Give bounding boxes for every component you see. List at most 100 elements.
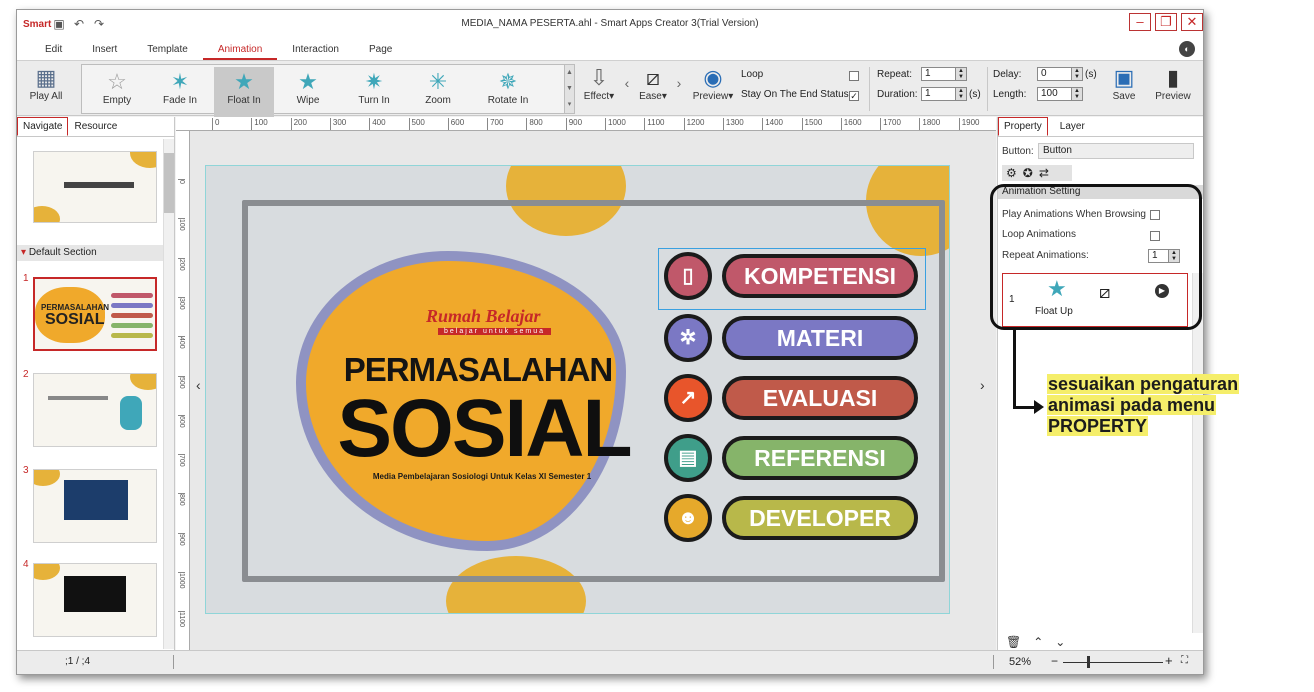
repeat-spinner[interactable]: 1 ▲ ▼	[921, 67, 967, 81]
thumb-pill	[111, 333, 153, 338]
annotation-line-2: animasi pada menu	[1047, 395, 1217, 415]
effect-dropdown[interactable]: ⇩ Effect▾	[581, 63, 617, 113]
star-outline-icon: ☆	[107, 69, 127, 94]
chart-icon: ↗	[664, 374, 712, 422]
preview-dropdown[interactable]: ◉ Preview▾	[691, 63, 735, 113]
close-button[interactable]: ✕	[1181, 13, 1203, 31]
effect-rotate-in[interactable]: ✵ Rotate In	[476, 67, 540, 117]
save-button[interactable]: ▣ Save	[1107, 63, 1141, 113]
slide-thumbnail-3[interactable]	[33, 469, 157, 543]
effect-wipe[interactable]: ★ Wipe	[280, 67, 336, 117]
move-up-icon[interactable]: ⌃	[1033, 635, 1055, 649]
arrow-down-icon: ⇩	[589, 65, 609, 90]
ease-dropdown[interactable]: ⧄ Ease▾	[635, 63, 671, 113]
star-wipe-icon: ★	[298, 69, 318, 94]
dropdown-caret-icon: ▾	[609, 91, 615, 102]
gallery-scroll[interactable]: ▲ ▼ ▾	[564, 65, 574, 113]
developer-button[interactable]: ☻ DEVELOPER	[664, 494, 924, 542]
divider	[173, 655, 174, 669]
menu-template[interactable]: Template	[132, 38, 203, 60]
effect-turn-in[interactable]: ✷ Turn In	[346, 67, 402, 117]
button-name-field[interactable]: Button	[1038, 143, 1194, 159]
slide-number: 1	[23, 273, 29, 284]
play-all-button[interactable]: ▦ Play All	[21, 63, 71, 113]
slide-thumbnail-2[interactable]	[33, 373, 157, 447]
spinner-arrows-icon: ▲ ▼	[1071, 68, 1082, 80]
materi-button[interactable]: ✲ MATERI	[664, 314, 924, 362]
zoom-out-icon[interactable]: −	[1051, 654, 1058, 668]
evaluasi-button[interactable]: ↗ EVALUASI	[664, 374, 924, 422]
thumb-text-bar	[64, 182, 134, 188]
preview-label: Preview	[1155, 91, 1191, 102]
ruler-tick: 600	[178, 414, 185, 428]
button-label: Button:	[1002, 146, 1034, 157]
ruler-tick: 1300	[722, 118, 744, 130]
effect-fade-in[interactable]: ✶ Fade In	[152, 67, 208, 117]
fit-screen-icon[interactable]: ⛶	[1181, 655, 1188, 666]
zoom-in-icon[interactable]: +	[1165, 653, 1173, 668]
ruler-tick: 1700	[880, 118, 901, 130]
stay-end-checkbox[interactable]: ✓	[849, 91, 859, 101]
animation-icon[interactable]: ✪	[1023, 166, 1039, 180]
slide-thumbnail-1[interactable]: PERMASALAHAN SOSIAL	[33, 277, 157, 351]
right-tabs: Property Layer	[998, 117, 1203, 137]
default-section[interactable]: ▾ Default Section	[17, 245, 174, 261]
gear-icon[interactable]: ⚙	[1006, 166, 1023, 180]
delay-value: 0	[1041, 68, 1047, 79]
prev-slide-arrow[interactable]: ‹	[196, 377, 201, 393]
cover-thumbnail[interactable]	[33, 151, 157, 223]
move-down-icon[interactable]: ⌄	[1055, 635, 1077, 649]
delay-spinner[interactable]: 0 ▲ ▼	[1037, 67, 1083, 81]
effect-zoom[interactable]: ✳ Zoom	[410, 67, 466, 117]
menu-insert[interactable]: Insert	[77, 38, 132, 60]
star-rotate-icon: ✵	[498, 69, 518, 94]
app-window: Smart ▣ ↶ ↷ MEDIA_NAMA PESERTA.ahl - Sma…	[16, 9, 1204, 675]
star-zoom-icon: ✳	[428, 69, 448, 94]
referensi-button[interactable]: ▤ REFERENSI	[664, 434, 924, 482]
slide-thumbnail-4[interactable]	[33, 563, 157, 637]
menu-animation[interactable]: Animation	[202, 38, 278, 60]
spinner-arrows-icon: ▲ ▼	[955, 68, 966, 80]
loop-label: Loop	[741, 69, 764, 80]
thumb-scrollbar[interactable]	[163, 139, 174, 649]
account-icon[interactable]: ◐	[1179, 41, 1195, 57]
preview-button[interactable]: ▮ Preview	[1151, 63, 1195, 113]
delay-unit: (s)	[1085, 69, 1097, 80]
tab-resource[interactable]: Resource	[68, 117, 123, 136]
floppy-icon: ▣	[1113, 65, 1135, 90]
interaction-icon[interactable]: ⇄	[1039, 166, 1055, 180]
next-slide-arrow[interactable]: ›	[980, 377, 985, 393]
zoom-slider-thumb[interactable]	[1087, 656, 1090, 668]
evaluasi-label: EVALUASI	[722, 376, 918, 420]
effect-empty[interactable]: ☆ Empty	[92, 67, 142, 117]
dropdown-caret-icon: ▾	[728, 91, 734, 102]
maximize-button[interactable]: ❐	[1155, 13, 1177, 31]
tab-layer[interactable]: Layer	[1054, 117, 1091, 136]
tab-navigate[interactable]: Navigate	[17, 117, 69, 136]
length-label: Length:	[993, 89, 1027, 100]
minimize-button[interactable]: –	[1129, 13, 1151, 31]
menu-edit[interactable]: Edit	[17, 38, 77, 60]
scroll-thumb[interactable]	[164, 153, 174, 213]
effect-float-in[interactable]: ★ Float In	[214, 67, 274, 117]
ruler-tick: 600	[447, 118, 464, 130]
thumb-pill	[111, 303, 153, 308]
delay-label: Delay:	[993, 69, 1022, 80]
length-spinner[interactable]: 100 ▲ ▼	[1037, 87, 1083, 101]
spinner-arrows-icon: ▲ ▼	[1071, 88, 1082, 100]
thumb-blob	[34, 206, 60, 222]
duration-spinner[interactable]: 1 ▲ ▼	[921, 87, 967, 101]
tab-property[interactable]: Property	[998, 117, 1048, 136]
selection-box[interactable]	[658, 248, 926, 310]
annotation-note: sesuaikan pengaturan animasi pada menu P…	[1047, 374, 1240, 437]
thumb-pill	[111, 293, 153, 298]
menu-page[interactable]: Page	[354, 38, 407, 60]
menu-interaction[interactable]: Interaction	[277, 38, 354, 60]
ruler-tick: 800	[526, 118, 543, 130]
ruler-tick: 0	[178, 179, 185, 184]
preview-disc-icon: ◉	[703, 65, 723, 90]
thumb-pill	[111, 313, 153, 318]
zoom-slider[interactable]	[1063, 662, 1163, 663]
loop-checkbox[interactable]	[849, 71, 859, 81]
trash-icon[interactable]: 🗑	[1006, 635, 1033, 649]
